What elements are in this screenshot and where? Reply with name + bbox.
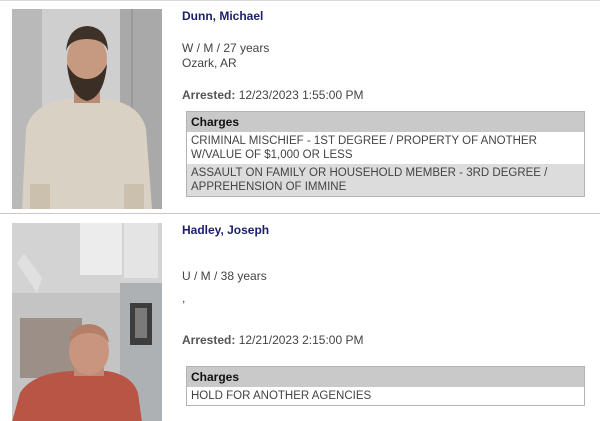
inmate-name-link[interactable]: Hadley, Joseph xyxy=(182,223,269,237)
arrest-info: Arrested: 12/23/2023 1:55:00 PM xyxy=(182,88,363,102)
arrested-date: 12/23/2023 1:55:00 PM xyxy=(238,88,364,102)
inmate-record: Dunn, Michael W / M / 27 years Ozark, AR… xyxy=(0,0,600,213)
location: Ozark, AR xyxy=(182,56,237,70)
demographics: U / M / 38 years xyxy=(182,269,267,283)
demographics: W / M / 27 years xyxy=(182,41,270,55)
arrested-label: Arrested: xyxy=(182,333,236,347)
charges-table: Charges CRIMINAL MISCHIEF - 1ST DEGREE /… xyxy=(186,111,585,197)
mugshot-photo[interactable] xyxy=(12,9,162,209)
inmate-name-link[interactable]: Dunn, Michael xyxy=(182,9,263,23)
mugshot-photo[interactable] xyxy=(12,223,162,421)
charges-header: Charges xyxy=(187,112,584,132)
charge-row: CRIMINAL MISCHIEF - 1ST DEGREE / PROPERT… xyxy=(191,135,537,161)
charge-row: HOLD FOR ANOTHER AGENCIES xyxy=(191,390,372,402)
arrest-info: Arrested: 12/21/2023 2:15:00 PM xyxy=(182,333,363,347)
charges-header: Charges xyxy=(187,367,584,387)
charges-table: Charges HOLD FOR ANOTHER AGENCIES xyxy=(186,366,585,406)
arrested-label: Arrested: xyxy=(182,88,236,102)
location: , xyxy=(182,291,186,305)
inmate-record: Hadley, Joseph U / M / 38 years , Arrest… xyxy=(0,213,600,421)
arrested-date: 12/21/2023 2:15:00 PM xyxy=(238,333,364,347)
charge-row: ASSAULT ON FAMILY OR HOUSEHOLD MEMBER - … xyxy=(187,164,584,196)
